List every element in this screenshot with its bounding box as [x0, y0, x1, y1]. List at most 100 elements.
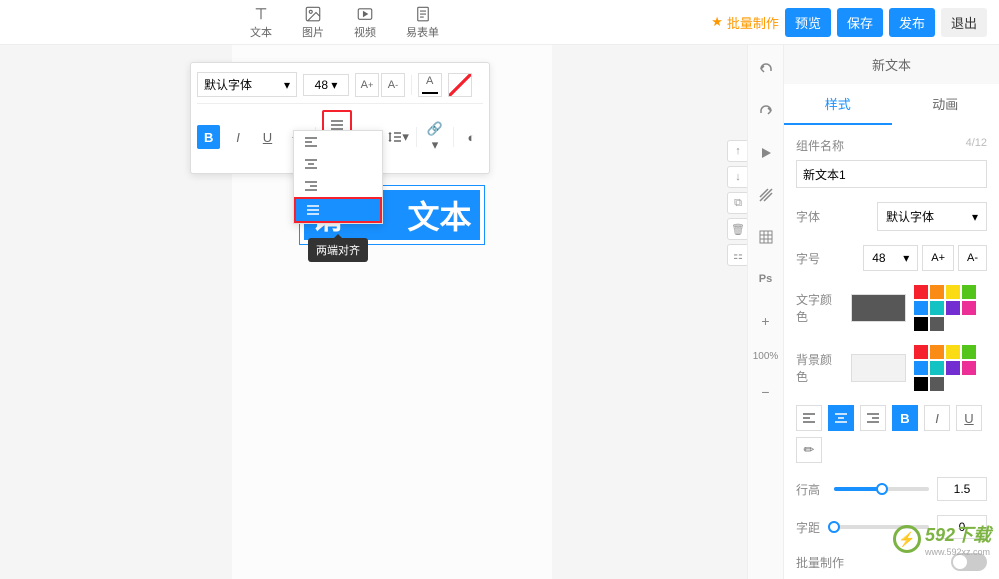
font-increase-button[interactable]: A+	[355, 73, 379, 97]
color-swatch[interactable]	[946, 361, 960, 375]
undo-button[interactable]	[754, 57, 778, 81]
font-size-select[interactable]: 48▾	[863, 245, 918, 271]
name-count: 4/12	[966, 137, 987, 154]
color-swatch[interactable]	[962, 345, 976, 359]
tooltip: 两端对齐	[308, 238, 368, 262]
canvas-side-tools: ↑ ↓ ⧉ 🗑 ⚏	[727, 140, 749, 266]
color-swatch[interactable]	[962, 285, 976, 299]
color-swatch[interactable]	[962, 361, 976, 375]
zoom-level: 100%	[753, 351, 779, 362]
textcolor-swatch[interactable]	[851, 294, 907, 322]
panel-clear[interactable]: ✏	[796, 437, 822, 463]
watermark-sub: www.592xz.com	[925, 547, 991, 557]
tool-form[interactable]: 易表单	[406, 4, 439, 40]
panel-align-center[interactable]	[828, 405, 854, 431]
size-label: 字号	[796, 250, 820, 267]
move-up-button[interactable]: ↑	[727, 140, 749, 162]
color-swatch[interactable]	[914, 377, 928, 391]
size-decrease-button[interactable]: A-	[958, 245, 987, 271]
grid-icon[interactable]	[754, 225, 778, 249]
align-justify-option[interactable]	[294, 197, 382, 223]
name-label: 组件名称	[796, 137, 844, 154]
panel-align-left[interactable]	[796, 405, 822, 431]
form-icon	[413, 4, 433, 24]
watermark: ⚡ 592下载 www.592xz.com	[893, 521, 991, 557]
top-toolbar: 文本 图片 视频 易表单 批量制作 预览 保存 发布 退出	[0, 0, 999, 45]
text-color-button[interactable]	[418, 73, 442, 97]
stripes-icon[interactable]	[754, 183, 778, 207]
watermark-main: 592下载	[925, 521, 991, 547]
align-dropdown	[293, 130, 383, 224]
font-select[interactable]: 默认字体▾	[197, 72, 297, 97]
color-swatch[interactable]	[930, 361, 944, 375]
bold-button[interactable]: B	[197, 125, 220, 149]
delete-button[interactable]: 🗑	[727, 218, 749, 240]
preview-button[interactable]: 预览	[785, 8, 831, 37]
panel-align-right[interactable]	[860, 405, 886, 431]
color-swatch[interactable]	[914, 285, 928, 299]
ps-icon[interactable]: Ps	[754, 267, 778, 291]
zoom-out-button[interactable]: −	[754, 380, 778, 404]
panel-underline[interactable]: U	[956, 405, 982, 431]
color-swatch[interactable]	[962, 301, 976, 315]
exit-button[interactable]: 退出	[941, 8, 987, 37]
copy-button[interactable]: ⧉	[727, 192, 749, 214]
color-swatch[interactable]	[946, 345, 960, 359]
redo-button[interactable]	[754, 99, 778, 123]
tab-style[interactable]: 样式	[784, 84, 892, 125]
video-icon	[355, 4, 375, 24]
right-icon-bar: Ps + 100% −	[747, 45, 783, 579]
save-button[interactable]: 保存	[837, 8, 883, 37]
color-swatch[interactable]	[930, 285, 944, 299]
color-swatch[interactable]	[946, 285, 960, 299]
component-name-input[interactable]	[796, 160, 987, 188]
clear-format-button[interactable]: ◐	[460, 125, 483, 149]
color-swatch[interactable]	[914, 301, 928, 315]
color-swatch[interactable]	[914, 361, 928, 375]
color-swatch[interactable]	[930, 301, 944, 315]
color-swatch[interactable]	[946, 301, 960, 315]
bgcolor-swatch[interactable]	[851, 354, 907, 382]
lock-button[interactable]: ⚏	[727, 244, 749, 266]
publish-button[interactable]: 发布	[889, 8, 935, 37]
color-swatch[interactable]	[914, 317, 928, 331]
textcolor-label: 文字颜色	[796, 291, 843, 325]
underline-button[interactable]: U	[256, 125, 279, 149]
tool-video[interactable]: 视频	[354, 4, 376, 40]
align-right-option[interactable]	[294, 175, 382, 197]
tab-animation[interactable]: 动画	[892, 84, 999, 125]
zoom-in-button[interactable]: +	[754, 309, 778, 333]
color-swatch[interactable]	[914, 345, 928, 359]
color-swatch[interactable]	[930, 345, 944, 359]
lineheight-slider[interactable]	[834, 487, 929, 491]
batch-toggle-label: 批量制作	[796, 554, 844, 571]
color-swatch[interactable]	[930, 377, 944, 391]
align-left-option[interactable]	[294, 131, 382, 153]
italic-button[interactable]: I	[226, 125, 249, 149]
play-button[interactable]	[754, 141, 778, 165]
color-swatch[interactable]	[930, 317, 944, 331]
top-tools: 文本 图片 视频 易表单	[250, 4, 439, 40]
align-center-option[interactable]	[294, 153, 382, 175]
lineheight-label: 行高	[796, 481, 826, 498]
bgcolor-label: 背景颜色	[796, 351, 843, 385]
link-button[interactable]: 🔗 ▾	[423, 125, 446, 149]
lineheight-button[interactable]: ▾	[387, 125, 410, 149]
panel-title: 新文本	[784, 45, 999, 84]
tool-image[interactable]: 图片	[302, 4, 324, 40]
text-icon	[251, 4, 271, 24]
panel-bold[interactable]: B	[892, 405, 918, 431]
font-family-select[interactable]: 默认字体▾	[877, 202, 987, 231]
tool-text[interactable]: 文本	[250, 4, 272, 40]
font-decrease-button[interactable]: A-	[381, 73, 405, 97]
textcolor-palette	[914, 285, 987, 331]
lineheight-input[interactable]	[937, 477, 987, 501]
tool-video-label: 视频	[354, 24, 376, 40]
move-down-button[interactable]: ↓	[727, 166, 749, 188]
bg-color-button[interactable]	[448, 73, 472, 97]
panel-italic[interactable]: I	[924, 405, 950, 431]
fontsize-select[interactable]: 48 ▾	[303, 74, 349, 96]
tool-text-label: 文本	[250, 24, 272, 40]
batch-make-link[interactable]: 批量制作	[711, 13, 779, 32]
size-increase-button[interactable]: A+	[922, 245, 954, 271]
